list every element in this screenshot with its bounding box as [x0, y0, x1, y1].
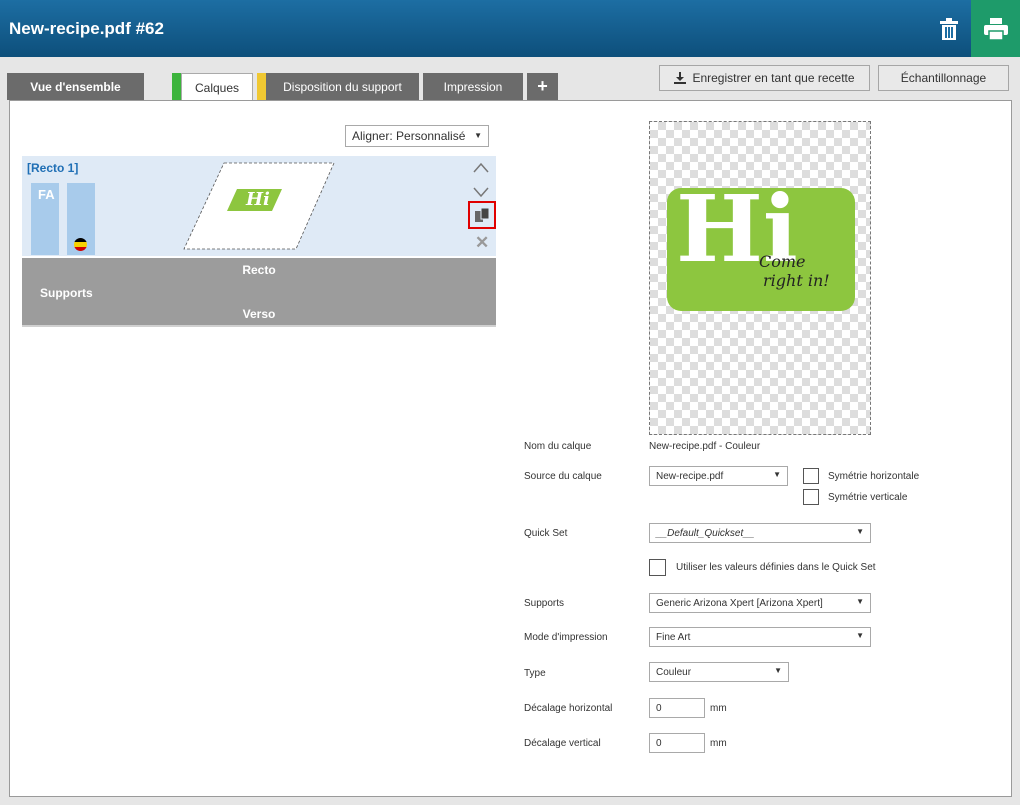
- supports-band: Recto Supports Verso: [22, 258, 496, 327]
- layer-name-label: Nom du calque: [524, 441, 592, 452]
- move-down-icon[interactable]: [473, 186, 489, 198]
- chevron-down-icon: ▼: [856, 597, 864, 606]
- delete-layer-icon[interactable]: ✕: [475, 233, 489, 253]
- copy-icon: [475, 208, 490, 222]
- layer-card[interactable]: [Recto 1] FA Hi ✕: [22, 156, 496, 256]
- use-quickset-checkbox[interactable]: [649, 559, 666, 576]
- h-offset-label: Décalage horizontal: [524, 703, 613, 714]
- preview-logo-script-1: Come: [759, 252, 806, 271]
- supports-recto[interactable]: Recto: [22, 258, 496, 281]
- printer-icon: [983, 17, 1008, 40]
- layer-mode-bar: FA: [31, 183, 59, 255]
- save-as-recipe-button[interactable]: Enregistrer en tant que recette: [659, 65, 870, 91]
- tab-overview[interactable]: Vue d'ensemble: [7, 73, 144, 100]
- align-select-value: Aligner: Personnalisé: [352, 129, 466, 143]
- tab-media-stripe: [257, 73, 266, 100]
- quickset-select[interactable]: __Default_Quickset__ ▼: [649, 523, 871, 543]
- print-mode-label: Mode d'impression: [524, 632, 608, 643]
- supports-verso[interactable]: Verso: [22, 303, 496, 325]
- h-offset-input[interactable]: 0: [649, 698, 705, 718]
- title-bar: New-recipe.pdf #62: [0, 0, 1020, 57]
- chevron-down-icon: ▼: [474, 131, 482, 140]
- print-button[interactable]: [971, 0, 1020, 57]
- flip-horizontal-label: Symétrie horizontale: [828, 471, 920, 482]
- use-quickset-label: Utiliser les valeurs définies dans le Qu…: [676, 562, 876, 573]
- ink-icon: [74, 238, 87, 251]
- layer-source-label: Source du calque: [524, 471, 602, 482]
- trash-icon[interactable]: [928, 0, 970, 57]
- preview-logo-script-2: right in!: [763, 271, 830, 290]
- layer-name-value: New-recipe.pdf - Couleur: [649, 441, 761, 452]
- chevron-down-icon: ▼: [773, 470, 781, 479]
- chevron-down-icon: ▼: [856, 527, 864, 536]
- print-mode-value: Fine Art: [656, 631, 691, 643]
- layer-ink-bar: [67, 183, 95, 255]
- v-offset-input[interactable]: 0: [649, 733, 705, 753]
- tab-media-layout[interactable]: Disposition du support: [266, 73, 419, 100]
- print-mode-select[interactable]: Fine Art ▼: [649, 627, 871, 647]
- flip-vertical-label: Symétrie verticale: [828, 492, 908, 503]
- layer-name: [Recto 1]: [27, 161, 79, 175]
- media-label: Supports: [524, 598, 565, 609]
- tab-print[interactable]: Impression: [423, 73, 523, 100]
- type-select[interactable]: Couleur ▼: [649, 662, 789, 682]
- type-label: Type: [524, 668, 546, 679]
- layer-source-value: New-recipe.pdf: [656, 470, 724, 482]
- layer-thumbnail-text: Hi: [246, 189, 270, 210]
- layer-mode-badge: FA: [38, 187, 55, 202]
- move-up-icon[interactable]: [473, 162, 489, 174]
- media-value: Generic Arizona Xpert [Arizona Xpert]: [656, 597, 823, 609]
- quickset-value: __Default_Quickset__: [656, 527, 755, 539]
- h-offset-unit: mm: [710, 703, 727, 714]
- flip-vertical-checkbox[interactable]: [803, 489, 819, 505]
- chevron-down-icon: ▼: [856, 631, 864, 640]
- chevron-down-icon: ▼: [774, 666, 782, 675]
- layer-preview: Hi Come right in!: [649, 121, 871, 435]
- quickset-label: Quick Set: [524, 528, 568, 539]
- type-value: Couleur: [656, 666, 692, 678]
- media-select[interactable]: Generic Arizona Xpert [Arizona Xpert] ▼: [649, 593, 871, 613]
- supports-label: Supports: [40, 286, 93, 300]
- v-offset-label: Décalage vertical: [524, 738, 601, 749]
- flip-horizontal-checkbox[interactable]: [803, 468, 819, 484]
- download-icon: [674, 72, 687, 84]
- v-offset-unit: mm: [710, 738, 727, 749]
- save-as-recipe-label: Enregistrer en tant que recette: [692, 71, 855, 85]
- window-title: New-recipe.pdf #62: [9, 19, 164, 38]
- tab-layers-stripe: [172, 73, 181, 100]
- preview-logo: Hi Come right in!: [667, 183, 855, 311]
- sampling-button[interactable]: Échantillonnage: [878, 65, 1009, 91]
- layer-source-select[interactable]: New-recipe.pdf ▼: [649, 466, 788, 486]
- tab-layers[interactable]: Calques: [181, 73, 253, 101]
- add-tab-button[interactable]: +: [527, 73, 558, 100]
- align-select[interactable]: Aligner: Personnalisé ▼: [345, 125, 489, 147]
- duplicate-layer-button[interactable]: [468, 201, 496, 229]
